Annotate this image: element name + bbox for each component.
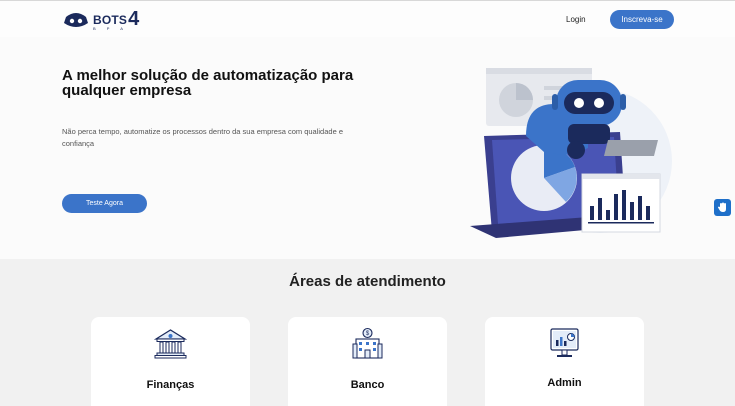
site-header: BOTS 4 B P A Login Inscreva-se <box>0 1 735 37</box>
try-now-button[interactable]: Teste Agora <box>62 194 147 213</box>
card-financas[interactable]: Finanças <box>91 317 250 406</box>
bank-building-icon <box>154 329 187 359</box>
areas-title: Áreas de atendimento <box>289 273 446 290</box>
logo-text: BOTS <box>93 12 128 27</box>
monitor-chart-icon <box>550 328 579 357</box>
login-link[interactable]: Login <box>566 15 586 24</box>
card-label: Finanças <box>146 379 195 391</box>
bank-office-icon: $ <box>352 327 383 359</box>
logo-number: 4 <box>128 7 140 30</box>
hero-description: Não perca tempo, automatize os processos… <box>62 127 343 148</box>
hand-icon <box>717 202 726 212</box>
card-label: Admin <box>547 377 582 389</box>
logo[interactable]: BOTS 4 B P A <box>62 9 139 31</box>
accessibility-button[interactable] <box>714 199 731 216</box>
signup-button[interactable]: Inscreva-se <box>610 10 674 29</box>
robot-logo-icon <box>64 13 88 27</box>
card-admin[interactable]: Admin <box>485 317 644 406</box>
card-label: Banco <box>350 379 385 391</box>
card-banco[interactable]: $ Banco <box>288 317 447 406</box>
robot-laptop-illustration <box>470 68 672 238</box>
hero-title: A melhor solução de automatização para q… <box>62 67 354 99</box>
